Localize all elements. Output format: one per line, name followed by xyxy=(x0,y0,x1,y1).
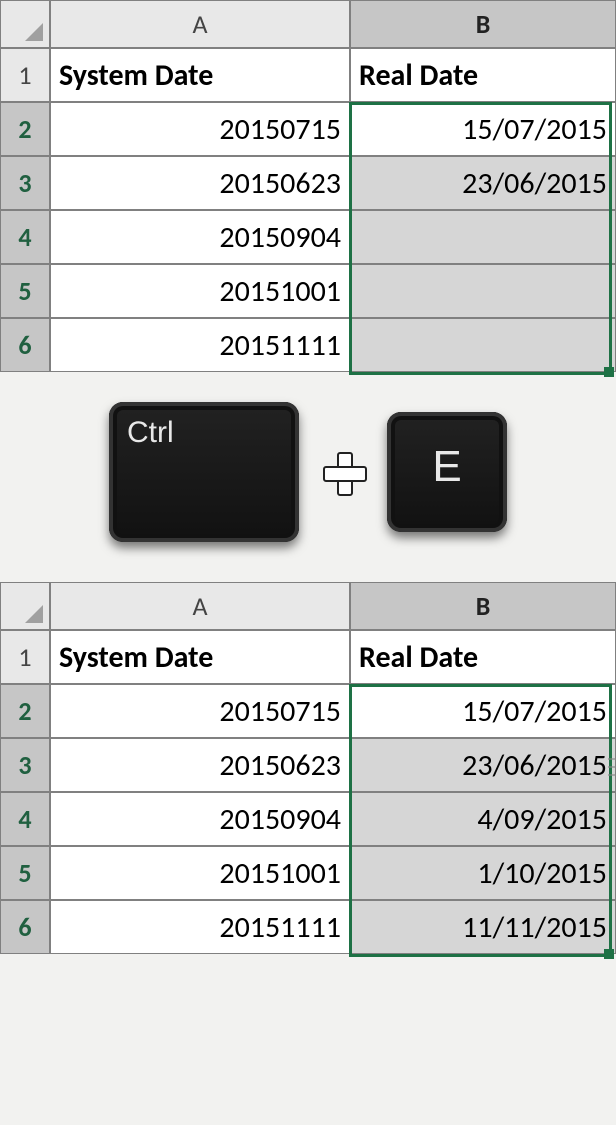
row-6: 6 20151111 xyxy=(0,318,616,372)
grid-top[interactable]: A B 1 System Date Real Date 2 20150715 1… xyxy=(0,0,616,372)
row-6: 6 20151111 11/11/2015 xyxy=(0,900,616,954)
row-header-1[interactable]: 1 xyxy=(0,48,50,102)
cell-B1[interactable]: Real Date xyxy=(350,630,616,684)
row-2: 2 20150715 15/07/2015 xyxy=(0,684,616,738)
cell-A4[interactable]: 20150904 xyxy=(50,792,350,846)
e-key-label: E xyxy=(432,442,461,492)
select-all-corner[interactable] xyxy=(0,0,50,48)
cell-B5[interactable]: 1/10/2015 xyxy=(350,846,616,900)
cell-A3[interactable]: 20150623 xyxy=(50,738,350,792)
row-header-5[interactable]: 5 xyxy=(0,264,50,318)
cell-B4[interactable] xyxy=(350,210,616,264)
cell-B6[interactable] xyxy=(350,318,616,372)
cell-B4[interactable]: 4/09/2015 xyxy=(350,792,616,846)
row-header-6[interactable]: 6 xyxy=(0,318,50,372)
row-header-1[interactable]: 1 xyxy=(0,630,50,684)
cell-A2[interactable]: 20150715 xyxy=(50,102,350,156)
cell-B1[interactable]: Real Date xyxy=(350,48,616,102)
row-header-4[interactable]: 4 xyxy=(0,210,50,264)
cell-B5[interactable] xyxy=(350,264,616,318)
row-header-2[interactable]: 2 xyxy=(0,102,50,156)
row-5: 5 20151001 1/10/2015 xyxy=(0,846,616,900)
cell-A6[interactable]: 20151111 xyxy=(50,318,350,372)
cell-A5[interactable]: 20151001 xyxy=(50,846,350,900)
e-key-icon: E xyxy=(387,412,507,532)
col-header-B[interactable]: B xyxy=(350,582,616,630)
row-header-2[interactable]: 2 xyxy=(0,684,50,738)
col-header-B[interactable]: B xyxy=(350,0,616,48)
cell-A3[interactable]: 20150623 xyxy=(50,156,350,210)
flash-fill-options-icon[interactable] xyxy=(608,740,616,794)
row-3: 3 20150623 23/06/2015 xyxy=(0,156,616,210)
cell-A5[interactable]: 20151001 xyxy=(50,264,350,318)
grid-bottom[interactable]: A B 1 System Date Real Date 2 20150715 1… xyxy=(0,582,616,954)
keyboard-shortcut: Ctrl E xyxy=(0,372,616,582)
column-header-row: A B xyxy=(0,582,616,630)
cell-A2[interactable]: 20150715 xyxy=(50,684,350,738)
plus-icon xyxy=(323,452,363,492)
cell-B2[interactable]: 15/07/2015 xyxy=(350,102,616,156)
row-header-3[interactable]: 3 xyxy=(0,156,50,210)
cell-A1[interactable]: System Date xyxy=(50,48,350,102)
row-2: 2 20150715 15/07/2015 xyxy=(0,102,616,156)
ctrl-key-label: Ctrl xyxy=(127,416,174,450)
spreadsheet-after: A B 1 System Date Real Date 2 20150715 1… xyxy=(0,582,616,954)
cell-A4[interactable]: 20150904 xyxy=(50,210,350,264)
ctrl-key-icon: Ctrl xyxy=(109,402,299,542)
row-header-3[interactable]: 3 xyxy=(0,738,50,792)
cell-A6[interactable]: 20151111 xyxy=(50,900,350,954)
row-header-4[interactable]: 4 xyxy=(0,792,50,846)
col-header-A[interactable]: A xyxy=(50,0,350,48)
row-header-5[interactable]: 5 xyxy=(0,846,50,900)
cell-B6[interactable]: 11/11/2015 xyxy=(350,900,616,954)
row-3: 3 20150623 23/06/2015 xyxy=(0,738,616,792)
spreadsheet-before: A B 1 System Date Real Date 2 20150715 1… xyxy=(0,0,616,372)
col-header-A[interactable]: A xyxy=(50,582,350,630)
column-header-row: A B xyxy=(0,0,616,48)
cell-A1[interactable]: System Date xyxy=(50,630,350,684)
select-all-corner[interactable] xyxy=(0,582,50,630)
row-4: 4 20150904 4/09/2015 xyxy=(0,792,616,846)
cell-B3[interactable]: 23/06/2015 xyxy=(350,738,616,792)
row-1: 1 System Date Real Date xyxy=(0,48,616,102)
row-1: 1 System Date Real Date xyxy=(0,630,616,684)
cell-B2[interactable]: 15/07/2015 xyxy=(350,684,616,738)
row-5: 5 20151001 xyxy=(0,264,616,318)
row-4: 4 20150904 xyxy=(0,210,616,264)
cell-B3[interactable]: 23/06/2015 xyxy=(350,156,616,210)
row-header-6[interactable]: 6 xyxy=(0,900,50,954)
